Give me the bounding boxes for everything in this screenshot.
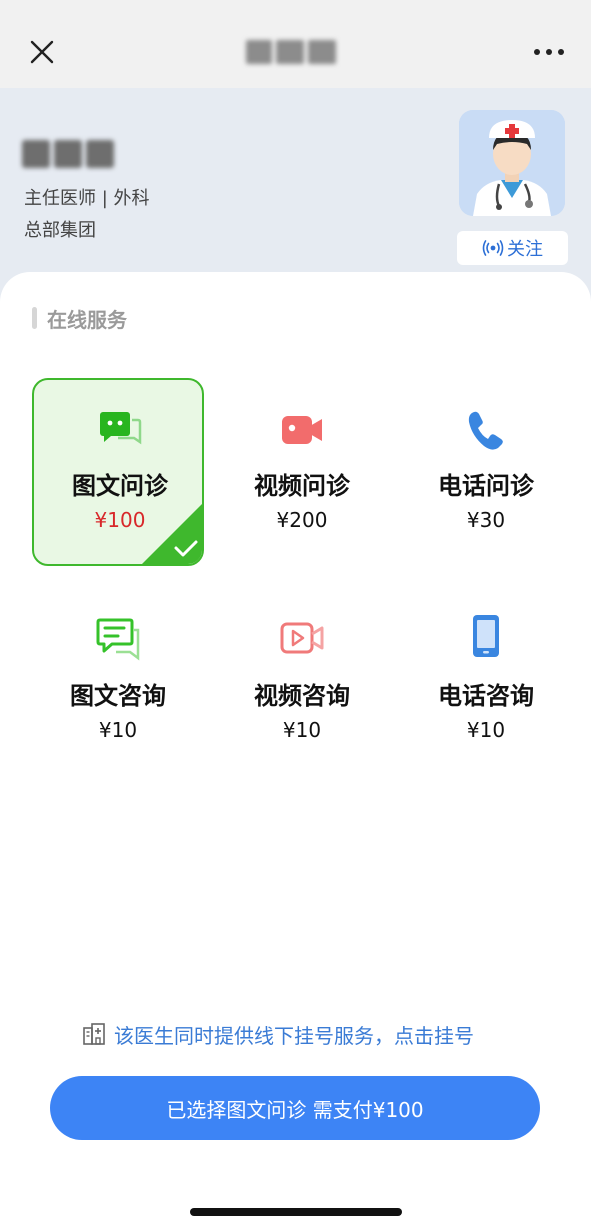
offline-registration-link[interactable]: 该医生同时提供线下挂号服务，点击挂号	[82, 1020, 474, 1048]
service-name: 电话问诊	[438, 472, 534, 500]
close-icon	[30, 40, 54, 64]
more-icon	[534, 49, 564, 55]
close-button[interactable]	[22, 32, 62, 72]
top-nav-bar	[0, 0, 591, 88]
more-button[interactable]	[529, 40, 569, 64]
service-price: ¥200	[276, 508, 328, 532]
section-title-label: 在线服务	[47, 307, 127, 332]
service-name: 图文问诊	[72, 472, 168, 500]
follow-button[interactable]: 关注	[457, 231, 568, 265]
selected-check-icon	[142, 504, 202, 564]
service-name: 图文咨询	[70, 682, 166, 710]
pay-button[interactable]: 已选择图文问诊 需支付¥100	[50, 1076, 540, 1140]
phone-icon	[468, 411, 503, 450]
service-card-phone-consult[interactable]: 电话问诊 ¥30	[400, 378, 572, 566]
service-price: ¥10	[98, 718, 138, 742]
service-card-video-consult[interactable]: 视频问诊 ¥200	[216, 378, 388, 566]
chat-bubbles-icon	[100, 412, 142, 445]
doctor-title-dept: 主任医师 | 外科	[24, 188, 150, 209]
services-panel: 在线服务 图文问诊 ¥100 视频问诊 ¥200 电话问诊 ¥30 图文咨询 ¥…	[0, 272, 591, 1228]
service-name: 视频问诊	[254, 472, 350, 500]
offline-registration-text: 该医生同时提供线下挂号服务，点击挂号	[114, 1023, 474, 1048]
hospital-icon	[83, 1023, 105, 1045]
service-price: ¥10	[282, 718, 322, 742]
section-title-bar	[32, 307, 37, 329]
broadcast-icon	[482, 240, 504, 256]
service-price: ¥30	[466, 508, 506, 532]
pay-button-label: 已选择图文问诊 需支付¥100	[166, 1097, 424, 1122]
doctor-avatar[interactable]	[459, 110, 565, 216]
video-camera-icon	[282, 416, 322, 444]
follow-label: 关注	[507, 239, 543, 260]
doctor-header: 主任医师 | 外科 总部集团 关注	[0, 88, 591, 288]
chat-lines-icon	[96, 618, 140, 661]
service-card-phone-inquiry[interactable]: 电话咨询 ¥10	[400, 588, 572, 776]
service-name: 电话咨询	[438, 682, 534, 710]
home-indicator	[190, 1208, 402, 1216]
page-title-blurred	[246, 38, 340, 66]
service-price: ¥10	[466, 718, 506, 742]
video-play-icon	[280, 622, 324, 654]
service-card-video-inquiry[interactable]: 视频咨询 ¥10	[216, 588, 388, 776]
service-card-text-inquiry[interactable]: 图文咨询 ¥10	[32, 588, 204, 776]
doctor-organization: 总部集团	[24, 220, 96, 241]
service-card-text-consult[interactable]: 图文问诊 ¥100	[32, 378, 204, 566]
service-name: 视频咨询	[254, 682, 350, 710]
mobile-phone-icon	[473, 615, 499, 657]
doctor-avatar-icon	[459, 110, 565, 216]
doctor-name-blurred	[22, 140, 122, 170]
section-title: 在线服务	[32, 306, 127, 332]
